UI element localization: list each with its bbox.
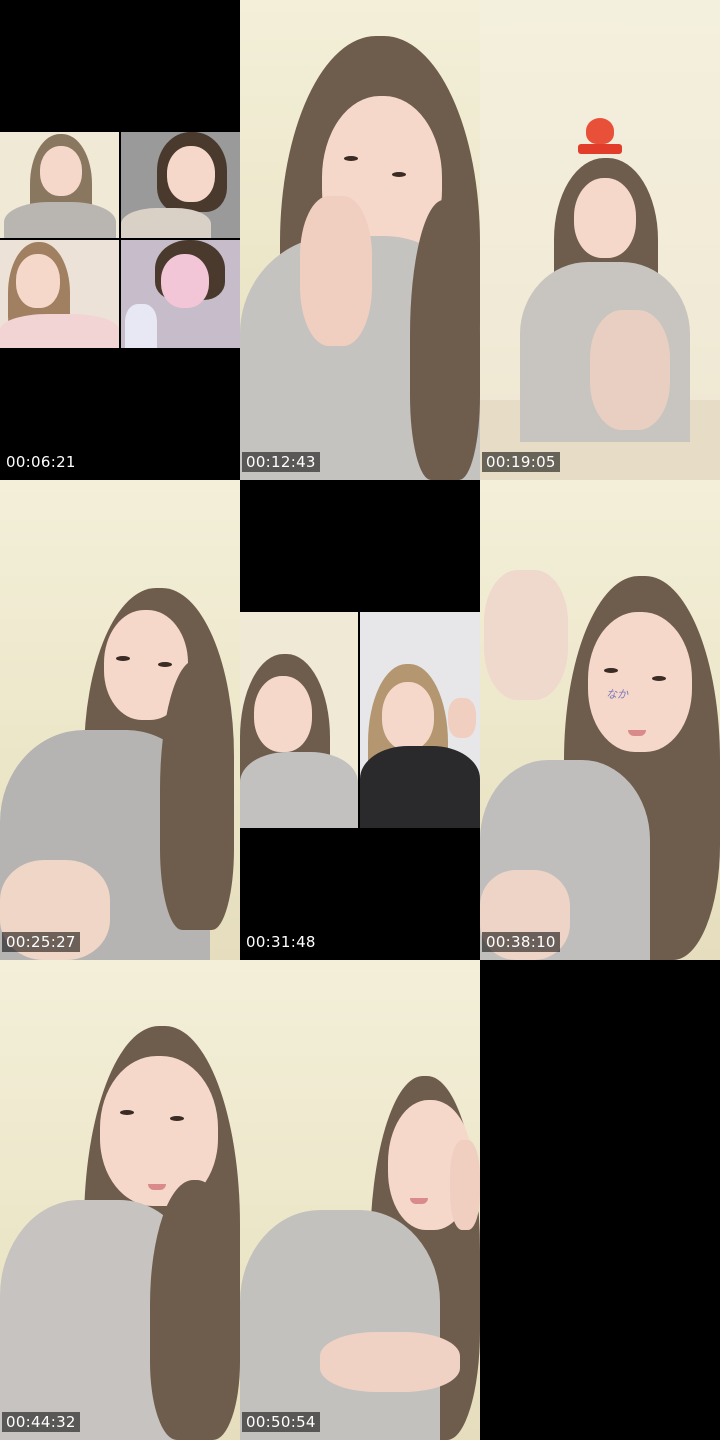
timestamp: 00:19:05 — [482, 452, 560, 472]
video-thumbnail-1[interactable]: 00:06:21 — [0, 0, 240, 480]
video-thumbnail-2[interactable]: 00:12:43 — [240, 0, 480, 480]
timestamp: 00:50:54 — [242, 1412, 320, 1432]
heart-badge-icon — [578, 118, 622, 156]
face-doodle: なか — [606, 688, 628, 701]
timestamp: 00:31:48 — [242, 932, 320, 952]
thumbnail-grid: 00:06:21 00:12:43 00:19:05 00:25:27 00:3… — [0, 0, 720, 1440]
timestamp: 00:12:43 — [242, 452, 320, 472]
video-thumbnail-3[interactable]: 00:19:05 — [480, 0, 720, 480]
video-thumbnail-8[interactable]: 00:50:54 — [240, 960, 480, 1440]
call-participant-1 — [0, 132, 119, 238]
call-participant-2 — [121, 132, 240, 238]
timestamp: 00:06:21 — [2, 452, 80, 472]
timestamp: 00:25:27 — [2, 932, 80, 952]
call-participant-3 — [0, 240, 119, 348]
call-participant-1 — [240, 612, 358, 828]
timestamp: 00:38:10 — [482, 932, 560, 952]
call-participant-4 — [121, 240, 240, 348]
video-thumbnail-7[interactable]: 00:44:32 — [0, 960, 240, 1440]
empty-cell — [480, 960, 720, 1440]
timestamp: 00:44:32 — [2, 1412, 80, 1432]
video-thumbnail-5[interactable]: 00:31:48 — [240, 480, 480, 960]
call-participant-2 — [360, 612, 480, 828]
video-thumbnail-4[interactable]: 00:25:27 — [0, 480, 240, 960]
video-thumbnail-6[interactable]: なか 00:38:10 — [480, 480, 720, 960]
